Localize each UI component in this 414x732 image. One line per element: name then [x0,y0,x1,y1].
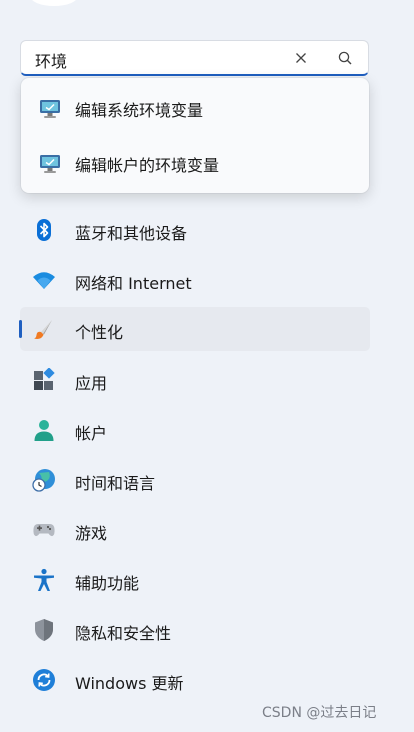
nav-item-accounts[interactable]: 帐户 [20,408,370,452]
nav-item-personalization[interactable]: 个性化 [19,307,370,351]
accessibility-icon [34,568,54,591]
monitor-settings-icon [40,155,60,173]
paintbrush-icon [34,320,52,339]
avatar-edge [30,0,78,6]
nav-label: 帐户 [75,424,108,443]
nav-label: 游戏 [75,524,108,543]
nav-item-gaming[interactable]: 游戏 [20,508,370,552]
suggestion-account-env-vars[interactable]: 编辑帐户的环境变量 [21,136,369,188]
close-icon[interactable] [293,50,309,66]
selection-indicator [19,320,22,338]
nav-item-windows-update[interactable]: Windows 更新 [20,658,370,702]
monitor-settings-icon [40,100,60,118]
nav-label: 网络和 Internet [75,274,192,293]
search-query: 环境 [35,52,68,71]
gamepad-icon [33,524,55,537]
search-input[interactable]: 环境 [20,40,369,76]
nav-item-bluetooth[interactable]: 蓝牙和其他设备 [20,208,370,252]
search-icon[interactable] [337,50,353,66]
search-suggestions: 编辑系统环境变量 编辑帐户的环境变量 [21,78,369,193]
globe-clock-icon [32,469,55,492]
suggestion-label: 编辑帐户的环境变量 [75,156,220,175]
nav-label: 蓝牙和其他设备 [75,224,188,243]
nav-item-network[interactable]: 网络和 Internet [20,258,370,302]
nav-item-time-language[interactable]: 时间和语言 [20,458,370,502]
wifi-icon [33,272,55,289]
nav-label: 辅助功能 [75,574,140,593]
nav-item-privacy[interactable]: 隐私和安全性 [20,608,370,652]
nav-label: 应用 [75,374,108,393]
suggestion-system-env-vars[interactable]: 编辑系统环境变量 [21,81,369,133]
nav-label: 时间和语言 [75,474,156,493]
nav-item-apps[interactable]: 应用 [20,358,370,402]
nav-label: 个性化 [75,323,124,342]
watermark-text: CSDN @过去日记 [262,705,377,721]
nav-label: Windows 更新 [75,674,184,693]
account-icon [34,420,54,441]
nav-item-accessibility[interactable]: 辅助功能 [20,558,370,602]
suggestion-label: 编辑系统环境变量 [75,101,204,120]
apps-icon [34,368,55,390]
bluetooth-icon [37,219,51,241]
nav-label: 隐私和安全性 [75,624,172,643]
sync-icon [33,669,55,691]
shield-icon [35,619,53,641]
